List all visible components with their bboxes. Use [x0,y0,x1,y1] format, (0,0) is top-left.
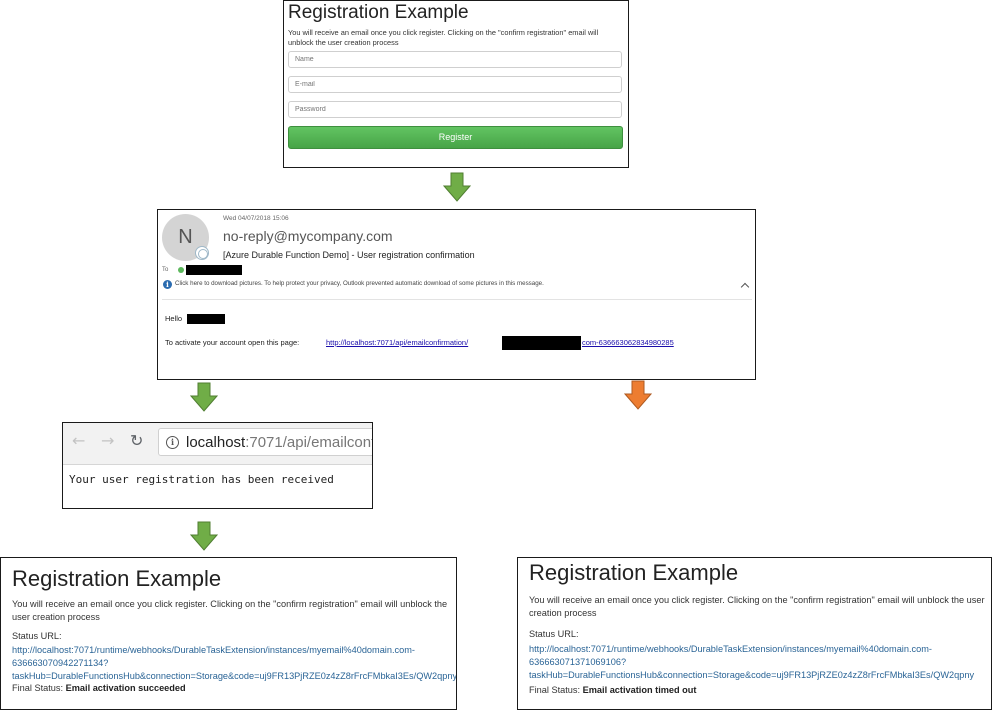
status-title: Registration Example [12,566,222,591]
email-sender: no-reply@mycompany.com [223,228,393,244]
browser-response-text: Your user registration has been received [69,473,334,486]
site-info-icon[interactable]: i [166,436,179,449]
final-status-label: Final Status: [529,685,583,695]
password-input[interactable] [288,101,622,118]
flow-arrow-email-to-browser [190,382,218,412]
email-subject: [Azure Durable Function Demo] - User reg… [223,250,475,260]
redacted-link-segment [502,336,581,350]
redacted-recipient [186,265,242,275]
status-intro: You will receive an email once you click… [529,595,985,618]
chevron-up-icon[interactable] [740,282,750,292]
final-status-value: Email activation succeeded [65,683,186,693]
to-label: To [162,267,169,273]
address-bar[interactable]: i localhost:7071/api/emailconfi [158,428,373,456]
download-pictures-infobar[interactable]: Click here to download pictures. To help… [175,280,544,287]
activation-link[interactable]: http://localhost:7071/api/emailconfirmat… [326,338,468,347]
flow-arrow-form-to-email [443,172,471,202]
final-status: Final Status: Email activation timed out [529,685,696,695]
email-date: Wed 04/07/2018 15:06 [223,215,289,222]
activation-text: To activate your account open this page: [165,338,300,347]
forward-arrow-icon[interactable]: → [101,431,114,451]
status-url-line: http://localhost:7071/runtime/webhooks/D… [12,645,415,655]
header-divider [162,299,752,300]
status-url-line: 636663070942271134? [12,658,109,668]
activation-link-end[interactable]: com-636663062834980285 [582,338,674,347]
status-timed-out-panel: Registration Example You will receive an… [517,557,992,710]
info-icon: i [163,280,172,289]
status-url-label: Status URL: [529,629,579,639]
address-url[interactable]: localhost:7071/api/emailconfi [186,434,373,451]
final-status: Final Status: Email activation succeeded [12,683,186,693]
name-input[interactable] [288,51,622,68]
status-url-line: taskHub=DurableFunctionsHub&connection=S… [529,670,975,680]
email-greeting: Hello [165,314,183,323]
back-arrow-icon[interactable]: ← [72,431,85,451]
reload-icon[interactable]: ↻ [130,431,143,451]
status-url-label: Status URL: [12,631,62,641]
form-title: Registration Example [288,2,469,23]
flow-arrow-email-timeout [624,380,652,410]
url-host: localhost [186,434,246,451]
registration-form-panel: Registration Example You will receive an… [283,0,629,168]
recipient-status-icon [178,267,184,273]
confirmation-email-panel: N Wed 04/07/2018 15:06 no-reply@mycompan… [157,209,756,380]
form-intro: You will receive an email once you click… [288,28,599,47]
presence-status-icon [195,246,209,260]
status-url-line: 636663071371069106? [529,657,627,667]
url-path: :7071/api/emailconfi [245,434,373,451]
email-input[interactable] [288,76,622,93]
status-url-link[interactable]: http://localhost:7071/runtime/webhooks/D… [12,644,457,683]
browser-toolbar: ← → ↻ i localhost:7071/api/emailconfi [63,423,373,465]
flow-arrow-browser-to-status [190,521,218,551]
register-button[interactable]: Register [288,126,623,149]
final-status-value: Email activation timed out [582,685,697,695]
status-url-line: taskHub=DurableFunctionsHub&connection=S… [12,671,457,681]
status-title: Registration Example [529,560,739,585]
status-succeeded-panel: Registration Example You will receive an… [0,557,457,710]
status-url-link[interactable]: http://localhost:7071/runtime/webhooks/D… [529,643,974,682]
browser-confirmation-panel: ← → ↻ i localhost:7071/api/emailconfi Yo… [62,422,373,509]
status-url-line: http://localhost:7071/runtime/webhooks/D… [529,644,932,654]
status-intro: You will receive an email once you click… [12,599,448,622]
final-status-label: Final Status: [12,683,66,693]
redacted-name [187,314,225,324]
